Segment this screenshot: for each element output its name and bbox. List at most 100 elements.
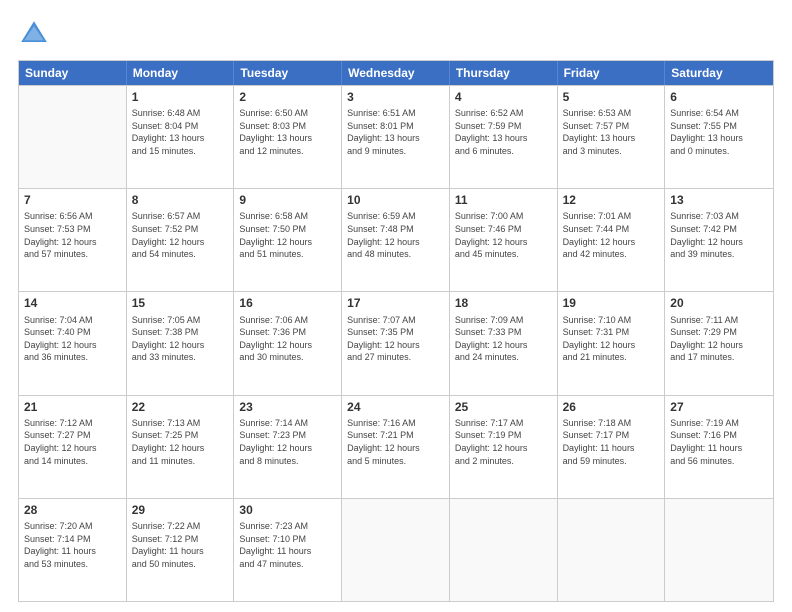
cell-info: Sunrise: 7:14 AM Sunset: 7:23 PM Dayligh… — [239, 417, 336, 467]
day-number: 7 — [24, 192, 121, 208]
day-number: 29 — [132, 502, 229, 518]
cell-info: Sunrise: 6:58 AM Sunset: 7:50 PM Dayligh… — [239, 210, 336, 260]
cal-cell-29: 29 Sunrise: 7:22 AM Sunset: 7:12 PM Dayli… — [127, 499, 235, 601]
calendar-row-4: 21 Sunrise: 7:12 AM Sunset: 7:27 PM Dayli… — [19, 395, 773, 498]
cell-info: Sunrise: 7:22 AM Sunset: 7:12 PM Dayligh… — [132, 520, 229, 570]
header-day-wednesday: Wednesday — [342, 61, 450, 85]
calendar-row-1: 1 Sunrise: 6:48 AM Sunset: 8:04 PM Daylig… — [19, 85, 773, 188]
cal-cell-1: 1 Sunrise: 6:48 AM Sunset: 8:04 PM Daylig… — [127, 86, 235, 188]
day-number: 21 — [24, 399, 121, 415]
cal-cell-empty-4-3 — [342, 499, 450, 601]
day-number: 22 — [132, 399, 229, 415]
day-number: 9 — [239, 192, 336, 208]
cell-info: Sunrise: 7:17 AM Sunset: 7:19 PM Dayligh… — [455, 417, 552, 467]
cal-cell-empty-4-4 — [450, 499, 558, 601]
cell-info: Sunrise: 6:52 AM Sunset: 7:59 PM Dayligh… — [455, 107, 552, 157]
cal-cell-7: 7 Sunrise: 6:56 AM Sunset: 7:53 PM Daylig… — [19, 189, 127, 291]
cal-cell-5: 5Sunrise: 6:53 AM Sunset: 7:57 PM Daylig… — [558, 86, 666, 188]
day-number: 23 — [239, 399, 336, 415]
cell-info: Sunrise: 7:04 AM Sunset: 7:40 PM Dayligh… — [24, 314, 121, 364]
cell-info: Sunrise: 7:01 AM Sunset: 7:44 PM Dayligh… — [563, 210, 660, 260]
cell-info: Sunrise: 7:16 AM Sunset: 7:21 PM Dayligh… — [347, 417, 444, 467]
header-day-tuesday: Tuesday — [234, 61, 342, 85]
header — [18, 18, 774, 50]
day-number: 14 — [24, 295, 121, 311]
day-number: 10 — [347, 192, 444, 208]
cell-info: Sunrise: 7:19 AM Sunset: 7:16 PM Dayligh… — [670, 417, 768, 467]
day-number: 17 — [347, 295, 444, 311]
cal-cell-2: 2Sunrise: 6:50 AM Sunset: 8:03 PM Daylig… — [234, 86, 342, 188]
header-day-sunday: Sunday — [19, 61, 127, 85]
day-number: 8 — [132, 192, 229, 208]
cell-info: Sunrise: 7:20 AM Sunset: 7:14 PM Dayligh… — [24, 520, 121, 570]
cal-cell-25: 25 Sunrise: 7:17 AM Sunset: 7:19 PM Dayli… — [450, 396, 558, 498]
header-day-friday: Friday — [558, 61, 666, 85]
calendar-row-2: 7 Sunrise: 6:56 AM Sunset: 7:53 PM Daylig… — [19, 188, 773, 291]
cell-info: Sunrise: 7:12 AM Sunset: 7:27 PM Dayligh… — [24, 417, 121, 467]
cell-info: Sunrise: 7:10 AM Sunset: 7:31 PM Dayligh… — [563, 314, 660, 364]
cell-info: Sunrise: 6:56 AM Sunset: 7:53 PM Dayligh… — [24, 210, 121, 260]
cell-info: Sunrise: 6:48 AM Sunset: 8:04 PM Dayligh… — [132, 107, 229, 157]
header-day-monday: Monday — [127, 61, 235, 85]
calendar-row-5: 28 Sunrise: 7:20 AM Sunset: 7:14 PM Dayli… — [19, 498, 773, 601]
cal-cell-empty-4-6 — [665, 499, 773, 601]
cell-info: Sunrise: 6:57 AM Sunset: 7:52 PM Dayligh… — [132, 210, 229, 260]
cal-cell-30: 30 Sunrise: 7:23 AM Sunset: 7:10 PM Dayli… — [234, 499, 342, 601]
cell-info: Sunrise: 7:23 AM Sunset: 7:10 PM Dayligh… — [239, 520, 336, 570]
calendar: SundayMondayTuesdayWednesdayThursdayFrid… — [18, 60, 774, 602]
cal-cell-15: 15 Sunrise: 7:05 AM Sunset: 7:38 PM Dayli… — [127, 292, 235, 394]
day-number: 6 — [670, 89, 768, 105]
day-number: 4 — [455, 89, 552, 105]
day-number: 26 — [563, 399, 660, 415]
day-number: 12 — [563, 192, 660, 208]
cal-cell-3: 3 Sunrise: 6:51 AM Sunset: 8:01 PM Daylig… — [342, 86, 450, 188]
cal-cell-27: 27 Sunrise: 7:19 AM Sunset: 7:16 PM Dayli… — [665, 396, 773, 498]
cal-cell-26: 26 Sunrise: 7:18 AM Sunset: 7:17 PM Dayli… — [558, 396, 666, 498]
cal-cell-8: 8 Sunrise: 6:57 AM Sunset: 7:52 PM Daylig… — [127, 189, 235, 291]
day-number: 25 — [455, 399, 552, 415]
day-number: 3 — [347, 89, 444, 105]
day-number: 15 — [132, 295, 229, 311]
cell-info: Sunrise: 7:18 AM Sunset: 7:17 PM Dayligh… — [563, 417, 660, 467]
header-day-thursday: Thursday — [450, 61, 558, 85]
cell-info: Sunrise: 6:51 AM Sunset: 8:01 PM Dayligh… — [347, 107, 444, 157]
cal-cell-21: 21 Sunrise: 7:12 AM Sunset: 7:27 PM Dayli… — [19, 396, 127, 498]
logo — [18, 18, 54, 50]
page: SundayMondayTuesdayWednesdayThursdayFrid… — [0, 0, 792, 612]
day-number: 11 — [455, 192, 552, 208]
cal-cell-6: 6 Sunrise: 6:54 AM Sunset: 7:55 PM Daylig… — [665, 86, 773, 188]
day-number: 24 — [347, 399, 444, 415]
cell-info: Sunrise: 7:09 AM Sunset: 7:33 PM Dayligh… — [455, 314, 552, 364]
cal-cell-empty-4-5 — [558, 499, 666, 601]
cal-cell-23: 23 Sunrise: 7:14 AM Sunset: 7:23 PM Dayli… — [234, 396, 342, 498]
cell-info: Sunrise: 7:03 AM Sunset: 7:42 PM Dayligh… — [670, 210, 768, 260]
cell-info: Sunrise: 7:07 AM Sunset: 7:35 PM Dayligh… — [347, 314, 444, 364]
cell-info: Sunrise: 7:05 AM Sunset: 7:38 PM Dayligh… — [132, 314, 229, 364]
calendar-body: 1 Sunrise: 6:48 AM Sunset: 8:04 PM Daylig… — [19, 85, 773, 601]
cell-info: Sunrise: 7:11 AM Sunset: 7:29 PM Dayligh… — [670, 314, 768, 364]
cell-info: Sunrise: 6:59 AM Sunset: 7:48 PM Dayligh… — [347, 210, 444, 260]
cal-cell-19: 19 Sunrise: 7:10 AM Sunset: 7:31 PM Dayli… — [558, 292, 666, 394]
cal-cell-18: 18Sunrise: 7:09 AM Sunset: 7:33 PM Dayli… — [450, 292, 558, 394]
cal-cell-28: 28 Sunrise: 7:20 AM Sunset: 7:14 PM Dayli… — [19, 499, 127, 601]
cal-cell-17: 17 Sunrise: 7:07 AM Sunset: 7:35 PM Dayli… — [342, 292, 450, 394]
cell-info: Sunrise: 7:06 AM Sunset: 7:36 PM Dayligh… — [239, 314, 336, 364]
cell-info: Sunrise: 7:13 AM Sunset: 7:25 PM Dayligh… — [132, 417, 229, 467]
cal-cell-12: 12 Sunrise: 7:01 AM Sunset: 7:44 PM Dayli… — [558, 189, 666, 291]
day-number: 13 — [670, 192, 768, 208]
cell-info: Sunrise: 7:00 AM Sunset: 7:46 PM Dayligh… — [455, 210, 552, 260]
cal-cell-14: 14 Sunrise: 7:04 AM Sunset: 7:40 PM Dayli… — [19, 292, 127, 394]
cal-cell-13: 13 Sunrise: 7:03 AM Sunset: 7:42 PM Dayli… — [665, 189, 773, 291]
calendar-row-3: 14 Sunrise: 7:04 AM Sunset: 7:40 PM Dayli… — [19, 291, 773, 394]
day-number: 5 — [563, 89, 660, 105]
cal-cell-10: 10 Sunrise: 6:59 AM Sunset: 7:48 PM Dayli… — [342, 189, 450, 291]
cal-cell-24: 24 Sunrise: 7:16 AM Sunset: 7:21 PM Dayli… — [342, 396, 450, 498]
day-number: 30 — [239, 502, 336, 518]
day-number: 19 — [563, 295, 660, 311]
cell-info: Sunrise: 6:54 AM Sunset: 7:55 PM Dayligh… — [670, 107, 768, 157]
day-number: 27 — [670, 399, 768, 415]
day-number: 28 — [24, 502, 121, 518]
day-number: 1 — [132, 89, 229, 105]
cal-cell-16: 16Sunrise: 7:06 AM Sunset: 7:36 PM Dayli… — [234, 292, 342, 394]
cal-cell-11: 11 Sunrise: 7:00 AM Sunset: 7:46 PM Dayli… — [450, 189, 558, 291]
